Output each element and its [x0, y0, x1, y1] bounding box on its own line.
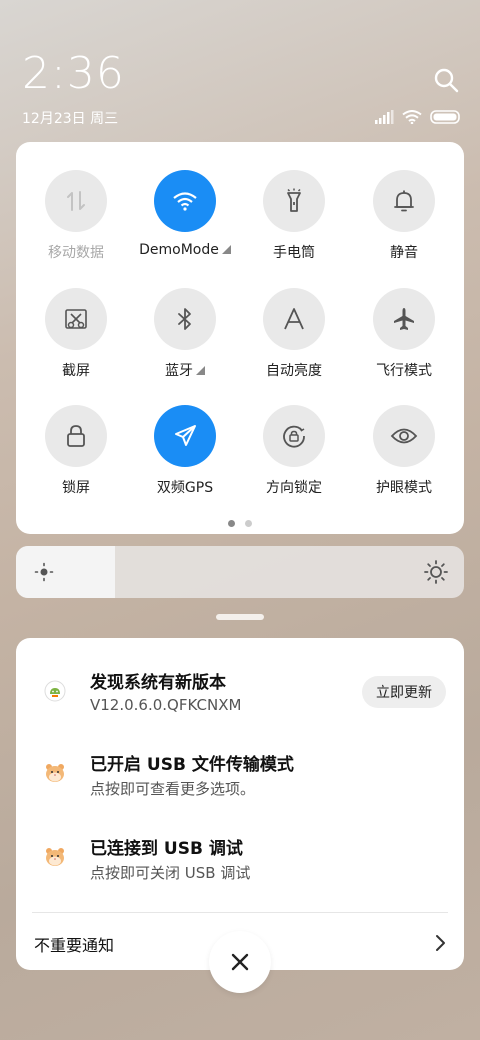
status-bar-icons	[374, 110, 462, 124]
tile-lock-screen-label: 锁屏	[62, 480, 90, 496]
eye-icon	[390, 428, 418, 444]
tile-rotation-lock-button[interactable]	[263, 405, 325, 467]
clear-all-button[interactable]	[209, 931, 271, 993]
tile-mobile-data-button[interactable]	[45, 170, 107, 232]
tile-auto-brightness[interactable]: 自动亮度	[239, 288, 349, 380]
tile-rotation-lock[interactable]: 方向锁定	[239, 405, 349, 497]
tile-bluetooth-label-text: 蓝牙	[165, 363, 193, 379]
brightness-slider[interactable]	[16, 546, 464, 598]
notification-system-update[interactable]: 发现系统有新版本 V12.0.6.0.QFKCNXM 立即更新	[16, 638, 464, 734]
clock: 2:36	[22, 48, 125, 99]
tile-flashlight-button[interactable]	[263, 170, 325, 232]
tile-eye-care-label: 护眼模式	[376, 480, 432, 496]
tile-bluetooth-label: 蓝牙	[130, 360, 240, 380]
drag-handle[interactable]	[216, 614, 264, 620]
brightness-fill	[16, 546, 115, 598]
bell-icon	[394, 190, 414, 212]
notification-title: 已开启 USB 文件传输模式	[90, 755, 294, 775]
notification-usb-debug[interactable]: 已连接到 USB 调试 点按即可关闭 USB 调试	[16, 818, 464, 900]
tile-mobile-data[interactable]: 移动数据	[21, 170, 131, 262]
notification-title: 发现系统有新版本	[90, 673, 226, 693]
mobile-data-icon	[67, 191, 85, 211]
tile-screenshot[interactable]: 截屏	[21, 288, 131, 380]
bluetooth-icon	[178, 308, 191, 330]
wifi-menu-indicator-icon[interactable]	[221, 245, 231, 254]
tile-wifi-button[interactable]	[154, 170, 216, 232]
tile-silent-button[interactable]	[373, 170, 435, 232]
battery-icon	[430, 110, 460, 124]
page-indicator	[16, 520, 464, 527]
tile-screenshot-label: 截屏	[62, 363, 90, 379]
tile-bluetooth-button[interactable]	[154, 288, 216, 350]
unimportant-notifications-link[interactable]: 不重要通知	[34, 932, 114, 956]
tile-flashlight-label: 手电筒	[273, 245, 315, 261]
tile-airplane-button[interactable]	[373, 288, 435, 350]
notification-usb-transfer[interactable]: 已开启 USB 文件传输模式 点按即可查看更多选项。	[16, 734, 464, 816]
search-icon	[434, 68, 459, 93]
notification-subtitle: V12.0.6.0.QFKCNXM	[90, 696, 242, 714]
tile-wifi-label-text: DemoMode	[139, 242, 219, 258]
auto-brightness-icon	[284, 308, 304, 330]
bluetooth-menu-indicator-icon[interactable]	[196, 366, 205, 375]
close-icon	[231, 953, 249, 971]
rotation-lock-icon	[283, 425, 305, 448]
tile-flashlight[interactable]: 手电筒	[239, 170, 349, 262]
date: 12月23日 周三	[22, 111, 119, 127]
tile-dual-gps-button[interactable]	[154, 405, 216, 467]
search-button[interactable]	[432, 66, 460, 94]
notification-subtitle: 点按即可查看更多选项。	[90, 780, 256, 798]
flashlight-icon	[287, 188, 301, 212]
tile-dual-gps-label: 双频GPS	[156, 480, 214, 496]
signal-icon	[375, 110, 394, 124]
chevron-right-icon[interactable]	[434, 934, 446, 952]
tile-screenshot-button[interactable]	[45, 288, 107, 350]
tile-lock-screen-button[interactable]	[45, 405, 107, 467]
hamster-icon	[46, 764, 64, 782]
android-update-icon	[44, 680, 66, 702]
tile-dual-gps[interactable]: 双频GPS	[130, 405, 240, 497]
tile-mobile-data-label: 移动数据	[48, 245, 104, 261]
tile-eye-care-button[interactable]	[373, 405, 435, 467]
tile-auto-brightness-button[interactable]	[263, 288, 325, 350]
location-arrow-icon	[175, 425, 196, 446]
tile-wifi-label: DemoMode	[130, 242, 240, 258]
hamster-icon	[46, 848, 64, 866]
notification-subtitle: 点按即可关闭 USB 调试	[90, 864, 251, 882]
tile-airplane-label: 飞行模式	[376, 363, 432, 379]
lock-icon	[67, 425, 85, 447]
brightness-low-icon	[34, 562, 54, 582]
notification-panel: 发现系统有新版本 V12.0.6.0.QFKCNXM 立即更新 已开启 USB …	[16, 638, 464, 970]
control-center-panel: 移动数据 DemoMode 手电筒 静音 截屏 蓝牙 自动亮度 飞行模式 锁屏 …	[16, 142, 464, 534]
tile-eye-care[interactable]: 护眼模式	[349, 405, 459, 497]
tile-airplane[interactable]: 飞行模式	[349, 288, 459, 380]
tile-wifi[interactable]: DemoMode	[130, 170, 240, 258]
screenshot-icon	[65, 309, 87, 329]
tile-auto-brightness-label: 自动亮度	[266, 363, 322, 379]
divider	[32, 912, 448, 913]
tile-bluetooth[interactable]: 蓝牙	[130, 288, 240, 380]
wifi-icon	[173, 192, 197, 211]
notification-title: 已连接到 USB 调试	[90, 839, 243, 859]
update-now-button[interactable]: 立即更新	[362, 676, 446, 708]
airplane-icon	[394, 308, 414, 330]
brightness-high-icon	[424, 560, 448, 584]
tile-silent-label: 静音	[390, 245, 418, 261]
wifi-icon	[402, 110, 422, 124]
tile-rotation-lock-label: 方向锁定	[266, 480, 322, 496]
page-dot-1[interactable]	[228, 520, 235, 527]
tile-lock-screen[interactable]: 锁屏	[21, 405, 131, 497]
tile-silent[interactable]: 静音	[349, 170, 459, 262]
page-dot-2[interactable]	[245, 520, 252, 527]
